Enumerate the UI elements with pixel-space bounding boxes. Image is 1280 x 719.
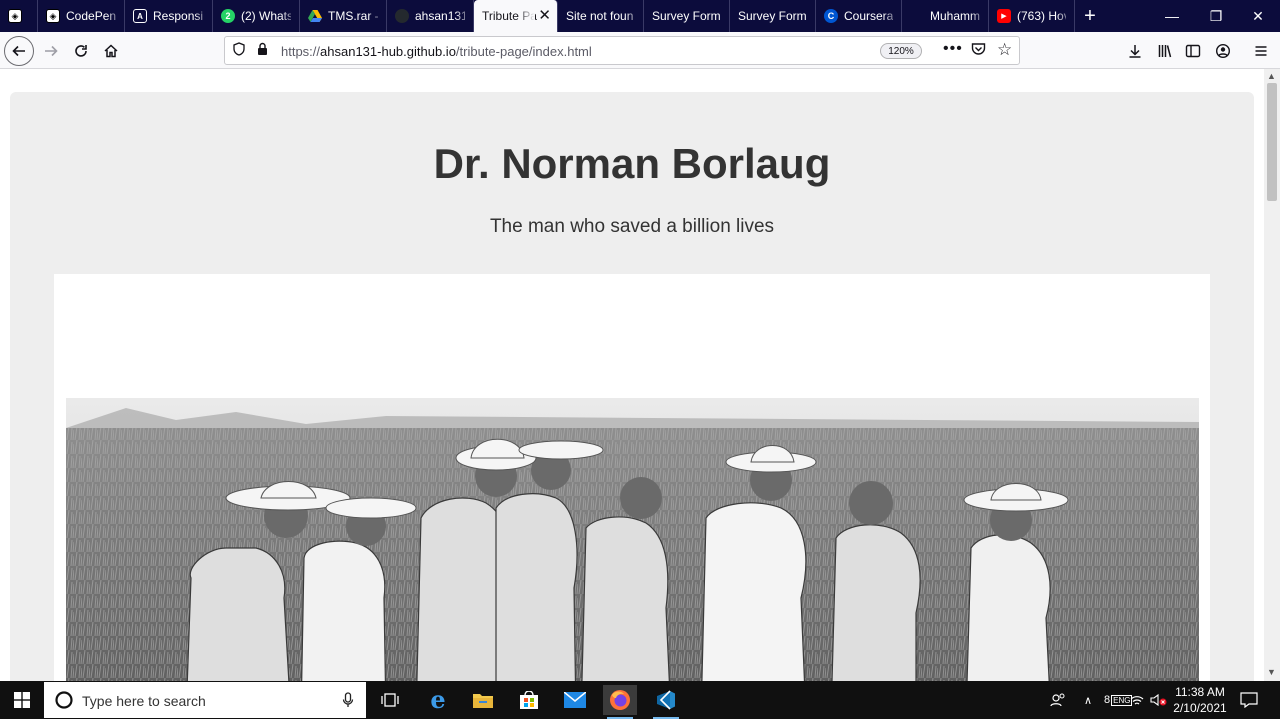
arrow-right-icon <box>45 45 58 57</box>
coursera-icon: C <box>824 9 838 23</box>
clock-date: 2/10/2021 <box>1173 701 1227 715</box>
home-button[interactable] <box>96 36 126 66</box>
page-actions-icon[interactable]: ••• <box>943 40 963 58</box>
library-button[interactable] <box>1150 36 1180 66</box>
whatsapp-icon: 2 <box>221 9 235 23</box>
page-scrollbar[interactable]: ▲ ▼ <box>1264 69 1280 681</box>
windows-taskbar: Type here to search e ∧ 8 ENG 11:38 AM 2… <box>0 681 1280 719</box>
address-bar[interactable]: https://ahsan131-hub.github.io/tribute-p… <box>224 36 1020 65</box>
firefox-taskbar-button[interactable] <box>603 685 637 719</box>
folder-icon <box>473 694 493 708</box>
volume-muted-icon[interactable] <box>1150 681 1168 719</box>
scroll-up-icon[interactable]: ▲ <box>1267 71 1276 81</box>
tab-label: Site not foun <box>566 9 634 23</box>
tab-label: Survey Form <box>652 9 721 23</box>
store-taskbar-button[interactable] <box>512 685 546 715</box>
codepen-icon: ◈ <box>46 9 60 23</box>
vscode-icon <box>657 690 675 710</box>
lock-icon[interactable] <box>257 42 268 59</box>
vscode-taskbar-button[interactable] <box>649 685 683 719</box>
reload-icon <box>75 45 87 57</box>
url-text[interactable]: https://ahsan131-hub.github.io/tribute-p… <box>281 44 592 59</box>
firefox-icon <box>610 690 630 710</box>
bookmark-star-icon[interactable]: ☆ <box>997 40 1012 60</box>
tab-label: Survey Form <box>738 9 807 23</box>
main-section: Dr. Norman Borlaug The man who saved a b… <box>10 92 1254 681</box>
navigation-toolbar: https://ahsan131-hub.github.io/tribute-p… <box>0 32 1280 69</box>
wifi-icon[interactable] <box>1130 681 1144 719</box>
edge-icon: e <box>430 685 446 714</box>
action-center-icon <box>1240 692 1258 708</box>
page-viewport: Dr. Norman Borlaug The man who saved a b… <box>0 69 1264 681</box>
scrollbar-thumb[interactable] <box>1267 83 1277 201</box>
tab-codepen[interactable]: ◈ CodePen <box>38 0 125 32</box>
start-button[interactable] <box>0 681 44 719</box>
github-icon <box>395 9 409 23</box>
tab-site-not-found[interactable]: Site not foun <box>558 0 644 32</box>
new-tab-button[interactable]: + <box>1075 0 1105 32</box>
restore-button[interactable]: ❐ <box>1194 0 1238 32</box>
back-button[interactable] <box>4 36 34 66</box>
tab-tribute-page[interactable]: Tribute Pa ✕ <box>474 0 558 32</box>
tab-responsive[interactable]: A Responsi <box>125 0 213 32</box>
codepen-icon: ◈ <box>8 9 22 23</box>
windows-logo-icon <box>14 692 30 708</box>
home-icon <box>104 44 118 58</box>
forward-button[interactable] <box>36 36 66 66</box>
minimize-button[interactable]: — <box>1150 0 1194 32</box>
close-window-button[interactable]: ✕ <box>1236 0 1280 32</box>
notifications-button[interactable] <box>1240 681 1258 719</box>
sidebar-icon <box>1185 44 1201 58</box>
sidebar-button[interactable] <box>1178 36 1208 66</box>
task-view-icon <box>381 693 399 707</box>
hamburger-menu-icon <box>1255 46 1267 56</box>
zoom-level-badge[interactable]: 120% <box>880 43 922 59</box>
tab-github[interactable]: ahsan131 <box>387 0 474 32</box>
pocket-icon[interactable] <box>971 42 986 59</box>
downloads-button[interactable] <box>1120 36 1150 66</box>
reload-button[interactable] <box>66 36 96 66</box>
a-badge-icon: A <box>133 9 147 23</box>
page-title: Dr. Norman Borlaug <box>433 140 831 187</box>
cortana-circle-icon <box>55 691 73 709</box>
tab-survey-form-2[interactable]: Survey Form <box>730 0 816 32</box>
google-drive-icon <box>308 9 322 23</box>
store-bag-icon <box>520 691 538 709</box>
account-icon <box>1215 43 1231 59</box>
microphone-icon <box>342 692 354 707</box>
youtube-icon: ▶ <box>997 9 1011 23</box>
library-icon <box>1158 45 1172 58</box>
close-tab-icon[interactable]: ✕ <box>538 8 551 24</box>
tray-badge: 8 <box>1104 694 1111 706</box>
tab-strip: ◈ ◈ CodePen A Responsi 2 (2) Whats TMS.r… <box>0 0 1280 32</box>
file-explorer-taskbar-button[interactable] <box>466 685 500 715</box>
shield-icon[interactable] <box>233 42 245 59</box>
tab-youtube[interactable]: ▶ (763) Hov <box>989 0 1075 32</box>
task-view-button[interactable] <box>373 685 407 715</box>
search-placeholder: Type here to search <box>82 693 206 709</box>
scroll-down-icon[interactable]: ▼ <box>1267 667 1276 677</box>
tab-pinned-codepen[interactable]: ◈ <box>0 0 38 32</box>
mail-icon <box>564 692 586 708</box>
menu-button[interactable] <box>1246 36 1276 66</box>
tab-whatsapp[interactable]: 2 (2) Whats <box>213 0 300 32</box>
account-button[interactable] <box>1208 36 1238 66</box>
system-clock[interactable]: 11:38 AM 2/10/2021 <box>1168 684 1232 716</box>
arrow-left-icon <box>12 45 25 57</box>
tribute-image <box>66 398 1199 681</box>
page-subtitle: The man who saved a billion lives <box>489 216 775 237</box>
tab-survey-form-1[interactable]: Survey Form <box>644 0 730 32</box>
clock-time: 11:38 AM <box>1175 685 1225 699</box>
show-hidden-icons-chevron-icon[interactable]: ∧ <box>1084 681 1092 719</box>
image-container <box>54 274 1210 681</box>
tab-muhammad[interactable]: Muhamm <box>902 0 989 32</box>
taskbar-search-box[interactable]: Type here to search <box>44 682 366 718</box>
edge-taskbar-button[interactable]: e <box>421 685 455 715</box>
tab-drive[interactable]: TMS.rar - <box>300 0 387 32</box>
input-language-indicator[interactable]: 8 ENG <box>1104 681 1133 719</box>
tab-coursera[interactable]: C Coursera <box>816 0 902 32</box>
mail-taskbar-button[interactable] <box>558 685 592 715</box>
download-icon <box>1129 45 1141 58</box>
people-icon[interactable] <box>1050 681 1066 719</box>
